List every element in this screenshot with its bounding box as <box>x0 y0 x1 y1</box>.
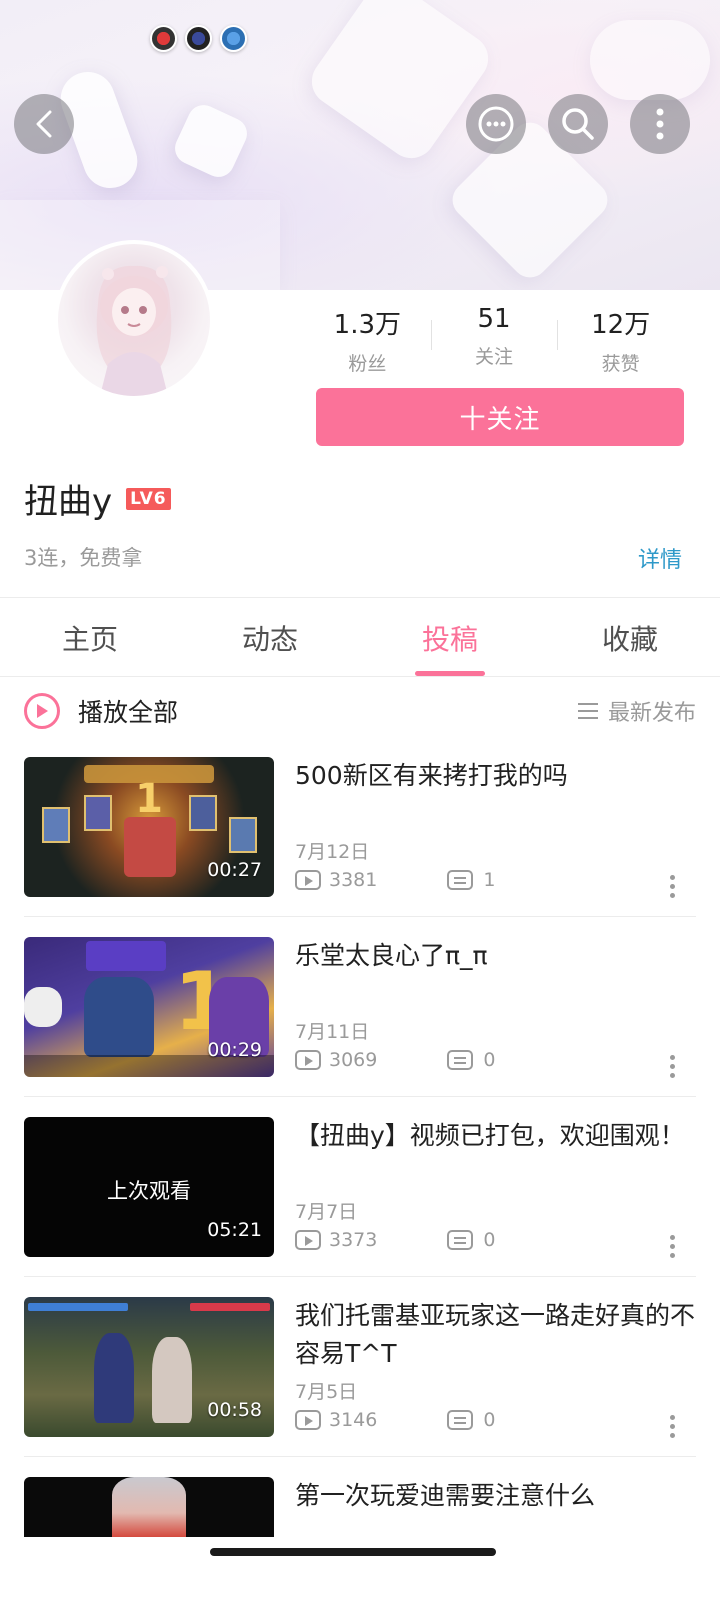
message-button[interactable] <box>466 94 526 154</box>
divider <box>24 916 696 917</box>
sort-button[interactable]: 最新发布 <box>577 695 696 727</box>
stat-followers[interactable]: 1.3万 粉丝 <box>304 300 431 380</box>
medal-badge-icon <box>150 25 177 52</box>
tab-favorites[interactable]: 收藏 <box>540 598 720 676</box>
more-vertical-icon[interactable] <box>670 1235 676 1258</box>
divider <box>24 1096 696 1097</box>
video-stats: 3069 0 <box>295 1049 495 1071</box>
sort-label: 最新发布 <box>607 701 696 726</box>
medal-badge-icon <box>185 25 212 52</box>
play-all-label[interactable]: 播放全部 <box>78 693 178 729</box>
video-title[interactable]: 我们托雷基亚玩家这一路走好真的不容易T^T <box>295 1297 695 1373</box>
search-button[interactable] <box>548 94 608 154</box>
comment-count-icon <box>447 870 474 890</box>
stat-value: 1.3万 <box>333 310 402 340</box>
profile-tabs: 主页 动态 投稿 收藏 <box>0 598 720 676</box>
video-item[interactable]: 00:58 我们托雷基亚玩家这一路走好真的不容易T^T 7月5日 3146 0 <box>24 1297 696 1477</box>
more-vertical-icon[interactable] <box>670 1055 676 1078</box>
sort-list-icon <box>577 703 598 719</box>
play-count: 3381 <box>329 869 378 891</box>
video-item[interactable]: 第一次玩爱迪需要注意什么 <box>24 1477 696 1537</box>
video-duration: 05:21 <box>207 1219 262 1241</box>
comment-count: 0 <box>483 1409 496 1431</box>
play-count-icon <box>295 870 321 890</box>
video-title[interactable]: 第一次玩爱迪需要注意什么 <box>295 1477 695 1515</box>
video-thumbnail[interactable]: 1 00:29 <box>24 937 274 1077</box>
tab-home[interactable]: 主页 <box>0 598 180 676</box>
play-icon <box>37 704 48 718</box>
play-count: 3146 <box>329 1409 378 1431</box>
video-date: 7月11日 <box>295 1021 370 1043</box>
follow-button[interactable]: 十关注 <box>316 388 684 446</box>
video-stats: 3373 0 <box>295 1229 495 1251</box>
profile-stats: 1.3万 粉丝 51 关注 12万 获赞 <box>304 300 684 380</box>
divider <box>0 676 720 677</box>
video-date: 7月7日 <box>295 1201 358 1223</box>
chat-bubble-icon <box>478 106 514 142</box>
stat-label: 粉丝 <box>348 353 387 375</box>
comment-count: 0 <box>483 1229 496 1251</box>
play-all-row: 播放全部 最新发布 <box>24 686 696 736</box>
stat-label: 获赞 <box>601 353 640 375</box>
play-count-icon <box>295 1410 321 1430</box>
video-stats: 3146 0 <box>295 1409 495 1431</box>
video-title[interactable]: 乐堂太良心了π_π <box>295 937 695 975</box>
video-item[interactable]: 1 00:27 500新区有来拷打我的吗 7月12日 3381 1 <box>24 757 696 937</box>
stat-following[interactable]: 51 关注 <box>430 300 558 380</box>
play-count-icon <box>295 1230 321 1250</box>
medal-badges <box>150 25 247 52</box>
home-indicator[interactable] <box>210 1548 496 1556</box>
video-thumbnail[interactable] <box>24 1477 274 1537</box>
play-count: 3069 <box>329 1049 378 1071</box>
video-duration: 00:27 <box>207 859 262 881</box>
video-stats: 3381 1 <box>295 869 495 891</box>
video-thumbnail[interactable]: 上次观看 05:21 <box>24 1117 274 1257</box>
detail-link[interactable]: 详情 <box>638 542 682 574</box>
stat-value: 12万 <box>591 310 651 340</box>
more-vertical-icon <box>656 108 664 140</box>
comment-count-icon <box>447 1410 474 1430</box>
video-title[interactable]: 【扭曲y】视频已打包，欢迎围观！ <box>295 1117 695 1155</box>
play-count-icon <box>295 1050 321 1070</box>
search-icon <box>562 108 594 140</box>
comment-count: 0 <box>483 1049 496 1071</box>
medal-badge-icon <box>220 25 247 52</box>
video-thumbnail[interactable]: 00:58 <box>24 1297 274 1437</box>
tab-uploads[interactable]: 投稿 <box>360 598 540 676</box>
comment-count-icon <box>447 1230 474 1250</box>
comment-count-icon <box>447 1050 474 1070</box>
video-date: 7月12日 <box>295 841 370 863</box>
username: 扭曲y <box>24 482 113 522</box>
stat-value: 51 <box>477 304 511 334</box>
anime-girl-avatar-icon <box>96 265 172 396</box>
video-item[interactable]: 1 00:29 乐堂太良心了π_π 7月11日 3069 0 <box>24 937 696 1117</box>
play-count: 3373 <box>329 1229 378 1251</box>
level-badge: LV6 <box>126 487 171 510</box>
tab-dynamic[interactable]: 动态 <box>180 598 360 676</box>
last-watched-overlay: 上次观看 <box>107 1179 191 1203</box>
comment-count: 1 <box>483 869 496 891</box>
stat-label: 关注 <box>475 346 514 368</box>
more-button[interactable] <box>630 94 690 154</box>
back-arrow-icon <box>36 110 52 138</box>
divider <box>24 1276 696 1277</box>
more-vertical-icon[interactable] <box>670 875 676 898</box>
video-duration: 00:29 <box>207 1039 262 1061</box>
video-title[interactable]: 500新区有来拷打我的吗 <box>295 757 695 795</box>
username-row: 扭曲y LV6 <box>24 474 171 523</box>
back-button[interactable] <box>14 94 74 154</box>
avatar[interactable] <box>54 240 214 400</box>
bio-text: 3连，免费拿 <box>24 546 143 570</box>
divider <box>24 1456 696 1457</box>
video-duration: 00:58 <box>207 1399 262 1421</box>
video-date: 7月5日 <box>295 1381 358 1403</box>
video-item[interactable]: 上次观看 05:21 【扭曲y】视频已打包，欢迎围观！ 7月7日 3373 0 <box>24 1117 696 1297</box>
more-vertical-icon[interactable] <box>670 1415 676 1438</box>
play-all-button[interactable] <box>24 693 60 729</box>
video-thumbnail[interactable]: 1 00:27 <box>24 757 274 897</box>
stat-likes[interactable]: 12万 获赞 <box>557 300 684 380</box>
